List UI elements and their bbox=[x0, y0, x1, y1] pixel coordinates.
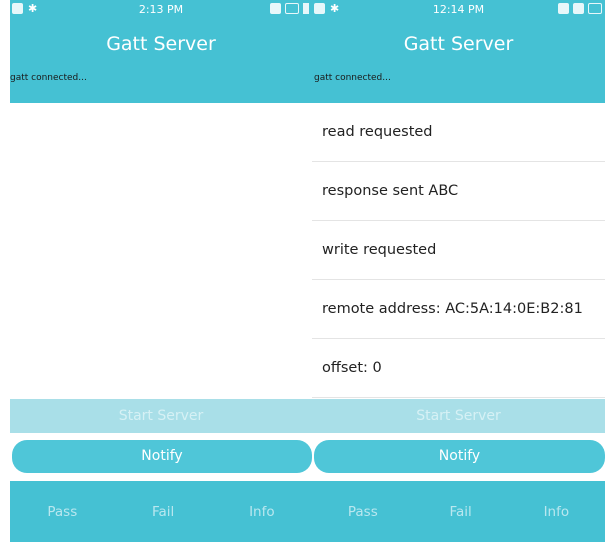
notify-button[interactable]: Notify bbox=[314, 440, 605, 473]
right-screen: ✱ 12:14 PM Gatt Server gatt connected...… bbox=[312, 0, 605, 542]
nfc-icon bbox=[573, 3, 584, 14]
log-item: write requested bbox=[312, 221, 605, 280]
battery-icon bbox=[303, 3, 309, 14]
pass-button[interactable]: Pass bbox=[47, 504, 77, 520]
log-item: read requested bbox=[312, 103, 605, 162]
log-list: read requested response sent ABC write r… bbox=[312, 103, 605, 398]
signal-icon bbox=[588, 3, 602, 14]
app-header: ✱ 12:14 PM Gatt Server gatt connected... bbox=[312, 0, 605, 103]
connection-status: gatt connected... bbox=[10, 73, 87, 83]
status-time: 2:13 PM bbox=[138, 3, 184, 16]
signal-icon bbox=[285, 3, 299, 14]
fail-button[interactable]: Fail bbox=[450, 504, 472, 520]
fail-button[interactable]: Fail bbox=[152, 504, 174, 520]
start-server-button[interactable]: Start Server bbox=[312, 399, 605, 433]
left-screen: ✱ 2:13 PM Gatt Server gatt connected... … bbox=[10, 0, 312, 542]
status-bar: ✱ 2:13 PM bbox=[10, 0, 312, 20]
log-item: remote address: AC:5A:14:0E:B2:81 bbox=[312, 280, 605, 339]
notify-button[interactable]: Notify bbox=[12, 440, 312, 473]
pass-button[interactable]: Pass bbox=[348, 504, 378, 520]
bottom-bar: Pass Fail Info bbox=[10, 481, 312, 542]
connection-status: gatt connected... bbox=[314, 73, 391, 83]
app-header: ✱ 2:13 PM Gatt Server gatt connected... bbox=[10, 0, 312, 103]
page-title: Gatt Server bbox=[403, 33, 514, 55]
mail-icon bbox=[558, 3, 569, 14]
status-bar: ✱ 12:14 PM bbox=[312, 0, 605, 20]
info-button[interactable]: Info bbox=[544, 504, 570, 520]
info-button[interactable]: Info bbox=[249, 504, 275, 520]
page-title: Gatt Server bbox=[106, 33, 216, 55]
log-item: offset: 0 bbox=[312, 339, 605, 398]
start-server-button[interactable]: Start Server bbox=[10, 399, 312, 433]
bottom-bar: Pass Fail Info bbox=[312, 481, 605, 542]
log-item: response sent ABC bbox=[312, 162, 605, 221]
nfc-icon bbox=[270, 3, 281, 14]
